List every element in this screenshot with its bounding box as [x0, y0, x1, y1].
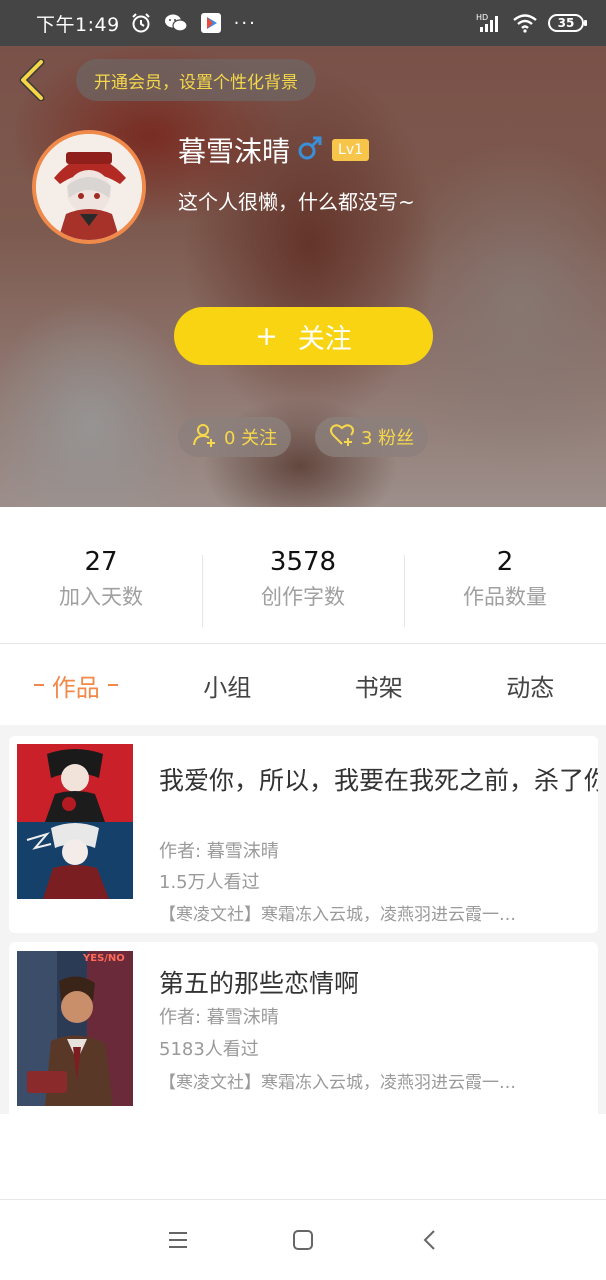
book-cover	[17, 744, 133, 899]
home-button[interactable]	[287, 1224, 319, 1256]
stat-label: 作品数量	[463, 585, 547, 609]
stat-value: 3578	[269, 547, 337, 577]
male-icon	[296, 134, 324, 166]
cover-sign: YES/NO	[83, 953, 125, 964]
stat-days-joined: 27 加入天数	[0, 507, 202, 643]
nav-back-button[interactable]	[414, 1224, 446, 1256]
fans-count: 3 粉丝	[361, 428, 415, 449]
work-author: 作者: 暮雪沫晴	[159, 1007, 279, 1028]
stat-value: 2	[496, 547, 514, 577]
hd-signal-icon: HD	[476, 12, 502, 34]
username-row: 暮雪沫晴 Lv1	[178, 130, 370, 170]
more-notifications: ···	[233, 12, 257, 34]
svg-text:HD: HD	[476, 13, 488, 22]
active-indicator	[107, 684, 118, 686]
add-user-icon	[192, 422, 218, 453]
vip-background-button[interactable]: 开通会员，设置个性化背景	[76, 59, 316, 101]
tab-groups[interactable]: 小组	[152, 645, 304, 725]
work-views: 1.5万人看过	[159, 872, 260, 893]
play-store-icon	[200, 12, 222, 34]
works-list: 我爱你，所以，我要在我死之前，杀了你 作者: 暮雪沫晴 1.5万人看过 【寒凌文…	[0, 725, 606, 1114]
stat-label: 创作字数	[261, 585, 345, 609]
tab-activity[interactable]: 动态	[455, 645, 606, 725]
menu-button[interactable]	[162, 1224, 194, 1256]
tab-works[interactable]: 作品	[0, 645, 152, 725]
battery-icon: 35	[548, 14, 587, 32]
back-icon	[423, 1230, 435, 1250]
level-badge: Lv1	[332, 139, 370, 161]
list-item[interactable]: 我爱你，所以，我要在我死之前，杀了你 作者: 暮雪沫晴 1.5万人看过 【寒凌文…	[9, 736, 598, 933]
work-tag: 【寒凌文社】寒霜冻入云城，凌燕羽进云霞一…	[159, 1073, 516, 1093]
work-author: 作者: 暮雪沫晴	[159, 841, 279, 862]
work-views: 5183人看过	[159, 1039, 259, 1060]
stat-label: 加入天数	[59, 585, 143, 609]
status-bar: 下午1:49 ··· HD 35	[0, 0, 606, 46]
profile-header: 开通会员，设置个性化背景 暮雪沫晴 Lv1 这个人很懒，什么都没写~ + 关注 …	[0, 46, 606, 507]
chevron-left-icon	[19, 59, 45, 101]
stat-works-count: 2 作品数量	[404, 507, 606, 643]
follow-label: 关注	[297, 323, 352, 355]
wifi-icon	[512, 13, 538, 33]
work-title: 第五的那些恋情啊	[159, 969, 360, 998]
book-cover: YES/NO	[17, 951, 133, 1106]
menu-icon	[169, 1232, 187, 1248]
avatar[interactable]	[32, 130, 146, 244]
work-tag: 【寒凌文社】寒霜冻入云城，凌燕羽进云霞一…	[159, 905, 516, 925]
stat-value: 27	[84, 547, 118, 577]
following-count-button[interactable]: 0 关注	[178, 417, 292, 457]
profile-stats: 27 加入天数 3578 创作字数 2 作品数量	[0, 507, 606, 644]
tab-label: 动态	[506, 673, 555, 702]
fans-count-button[interactable]: 3 粉丝	[315, 417, 429, 457]
work-title: 我爱你，所以，我要在我死之前，杀了你	[159, 766, 598, 795]
back-button[interactable]	[14, 58, 50, 102]
alarm-icon	[130, 12, 152, 34]
home-icon	[293, 1230, 313, 1250]
tab-label: 书架	[354, 673, 403, 702]
tab-label: 小组	[203, 673, 252, 702]
user-bio: 这个人很懒，什么都没写~	[178, 190, 415, 214]
list-item[interactable]: YES/NO 第五的那些恋情啊 作者: 暮雪沫晴 5183人看过 【寒凌文社】寒…	[9, 942, 598, 1114]
status-time: 下午1:49	[36, 13, 120, 36]
system-nav-bar	[0, 1199, 606, 1280]
wechat-icon	[164, 13, 188, 33]
following-count: 0 关注	[224, 428, 278, 449]
stat-word-count: 3578 创作字数	[202, 507, 404, 643]
username: 暮雪沫晴	[178, 135, 291, 168]
plus-icon: +	[255, 320, 278, 352]
tab-bookshelf[interactable]: 书架	[303, 645, 455, 725]
profile-tabs: 作品 小组 书架 动态	[0, 645, 606, 725]
heart-add-icon	[329, 423, 355, 452]
follow-button[interactable]: + 关注	[174, 307, 433, 365]
active-indicator	[33, 684, 44, 686]
tab-label: 作品	[51, 673, 100, 702]
